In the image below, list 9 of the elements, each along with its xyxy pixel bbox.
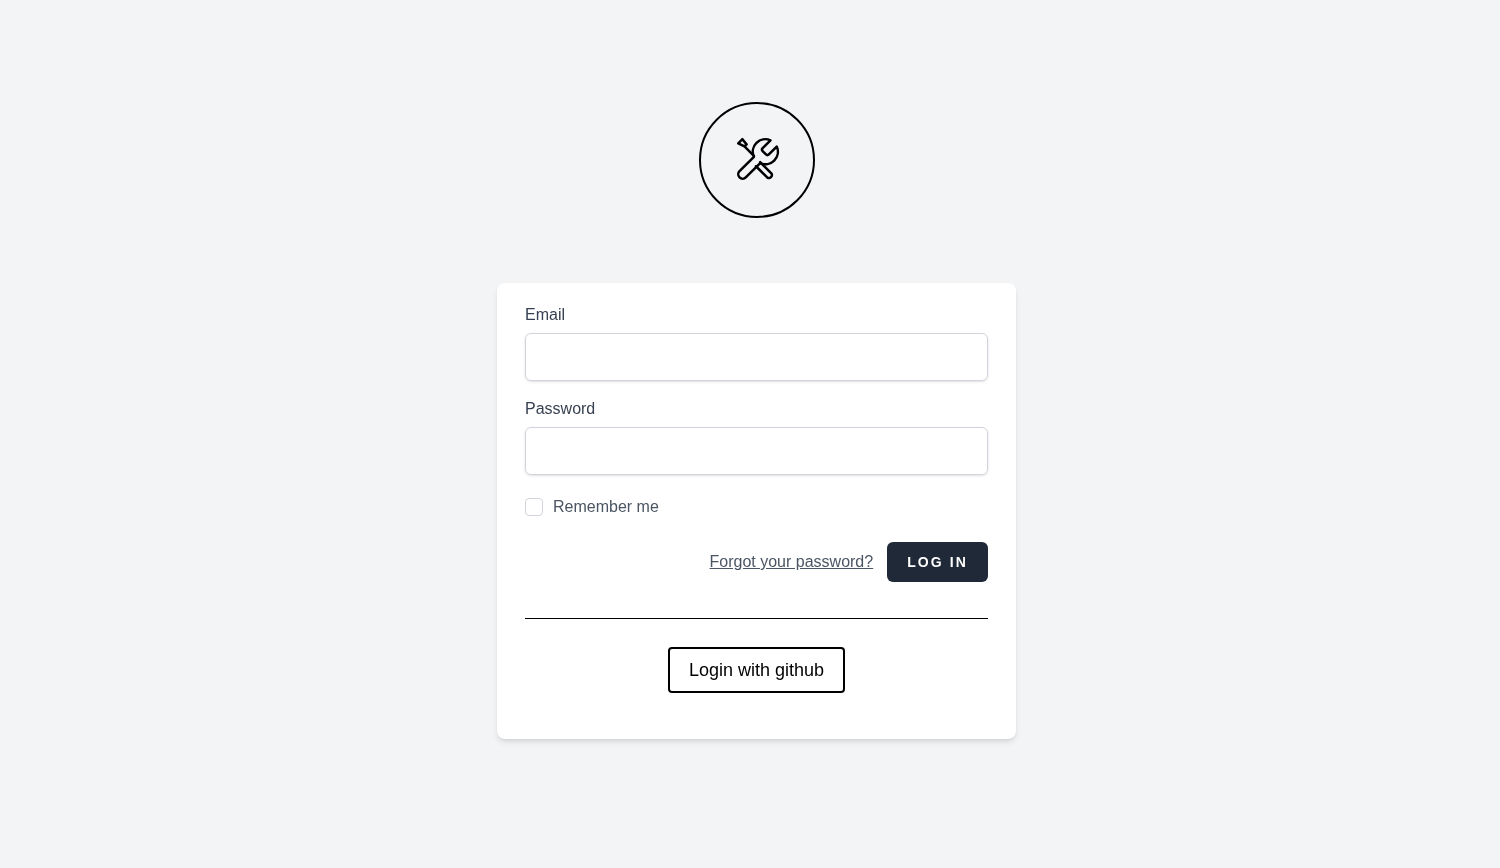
field-label: Password — [525, 399, 597, 419]
login-button[interactable]: LOG IN — [887, 542, 988, 582]
input-field[interactable] — [525, 427, 988, 475]
remember-label: Remember me — [553, 497, 659, 517]
github-login-button[interactable]: Login with github — [667, 647, 846, 693]
remember-checkbox[interactable] — [525, 498, 543, 516]
input-field[interactable] — [525, 333, 988, 381]
field-label: Email — [525, 305, 566, 325]
forgot-password-link[interactable]: Forgot your password? — [709, 550, 874, 574]
